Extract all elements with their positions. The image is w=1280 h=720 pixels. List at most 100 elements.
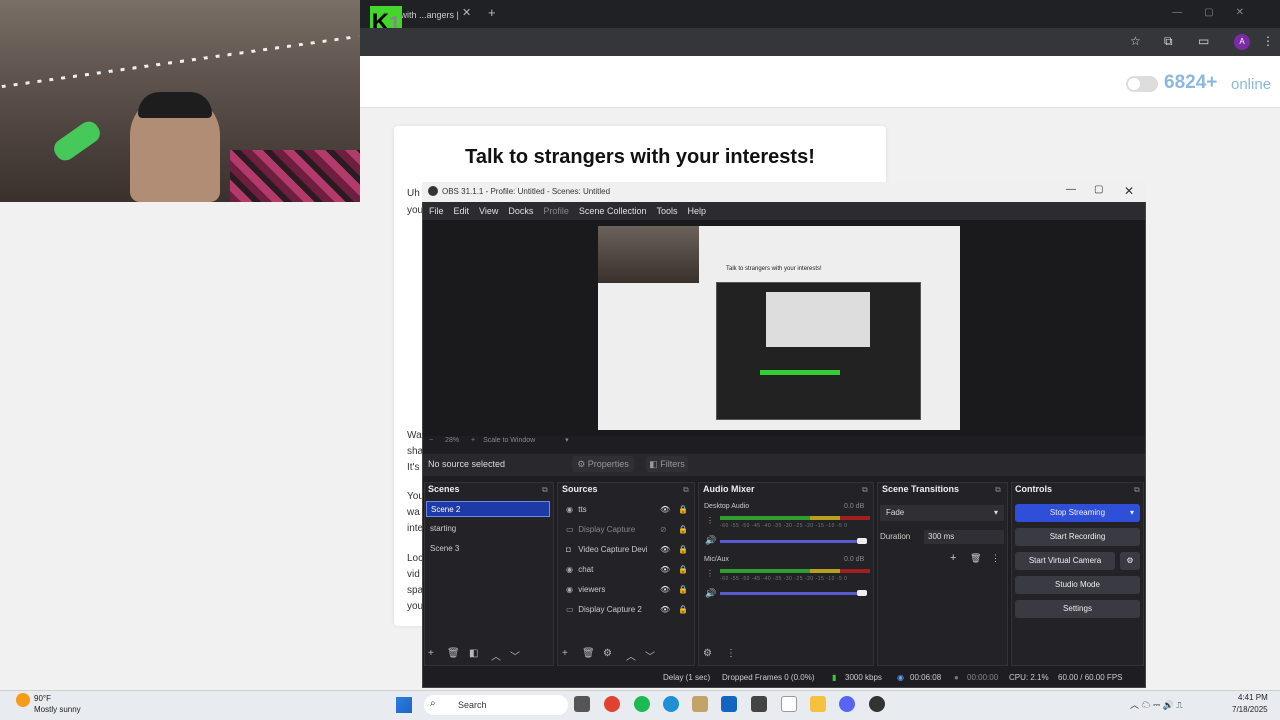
lock-icon[interactable]: 🔒: [678, 501, 688, 519]
app-icon[interactable]: [751, 696, 767, 712]
maximize-icon[interactable]: ▢: [1094, 184, 1103, 195]
start-virtual-camera-button[interactable]: Start Virtual Camera: [1015, 552, 1115, 570]
move-down-icon[interactable]: ﹀: [510, 648, 520, 663]
calculator-icon[interactable]: [721, 696, 737, 712]
transition-select[interactable]: Fade ▾: [880, 505, 1004, 521]
chrome-icon[interactable]: [604, 696, 620, 712]
trash-icon[interactable]: 🗑: [970, 553, 981, 564]
chevron-down-icon[interactable]: ▾: [565, 437, 569, 444]
task-view-icon[interactable]: [574, 696, 590, 712]
filters-button[interactable]: ◧ Filters: [646, 456, 688, 472]
zoom-in-icon[interactable]: +: [471, 437, 475, 444]
sidebar-icon[interactable]: ▭: [1198, 34, 1209, 48]
source-item[interactable]: ▭ Display Capture 2 👁 🔒: [562, 601, 692, 619]
menu-tools[interactable]: Tools: [656, 206, 677, 216]
source-item[interactable]: ◉ chat 👁 🔒: [562, 561, 692, 579]
source-item[interactable]: ◉ tts 👁 🔒: [562, 501, 692, 519]
settings-button[interactable]: Settings: [1015, 600, 1140, 618]
kebab-menu-icon[interactable]: ⋮: [726, 648, 736, 659]
properties-button[interactable]: ⚙ Properties: [572, 456, 634, 472]
clock-time[interactable]: 4:41 PM: [1238, 693, 1268, 702]
add-scene-icon[interactable]: +: [428, 648, 434, 659]
duration-input[interactable]: 300 ms: [924, 530, 1004, 544]
discord-icon[interactable]: [839, 696, 855, 712]
file-explorer-icon[interactable]: [810, 696, 826, 712]
obs-icon[interactable]: [869, 696, 885, 712]
browser-menu-icon[interactable]: ⋮: [1262, 34, 1274, 48]
profile-avatar[interactable]: A: [1234, 34, 1250, 50]
dock-options-icon[interactable]: ⧉: [683, 485, 689, 495]
browser-window-controls[interactable]: —▢✕: [1172, 7, 1266, 18]
kebab-menu-icon[interactable]: ⋮: [706, 569, 714, 578]
source-item[interactable]: ◉ viewers 👁 🔒: [562, 581, 692, 599]
volume-slider-handle[interactable]: [857, 590, 867, 596]
lock-icon[interactable]: 🔒: [678, 541, 688, 559]
scene-filter-icon[interactable]: ◧: [469, 648, 478, 659]
speaker-icon[interactable]: 🔊: [705, 588, 716, 599]
bookmark-star-icon[interactable]: ☆: [1130, 34, 1141, 48]
menu-profile[interactable]: Profile: [543, 206, 569, 216]
dock-options-icon[interactable]: ⧉: [995, 485, 1001, 495]
taskbar-search[interactable]: Search: [424, 695, 568, 715]
speaker-icon[interactable]: 🔊: [705, 535, 716, 546]
minimize-icon[interactable]: —: [1066, 184, 1076, 195]
dock-options-icon[interactable]: ⧉: [542, 485, 548, 495]
lock-icon[interactable]: 🔒: [678, 601, 688, 619]
remove-scene-icon[interactable]: 🗑: [447, 648, 460, 659]
lock-icon[interactable]: 🔒: [678, 521, 688, 539]
stop-streaming-button[interactable]: Stop Streaming ▾: [1015, 504, 1140, 522]
spotify-icon[interactable]: [634, 696, 650, 712]
extensions-icon[interactable]: ⧉: [1164, 34, 1173, 49]
source-item[interactable]: ◘ Video Capture Devi 👁 🔒: [562, 541, 692, 559]
close-icon[interactable]: ✕: [1124, 184, 1134, 198]
new-tab-icon[interactable]: +: [488, 5, 496, 20]
scale-mode[interactable]: Scale to Window: [483, 437, 535, 444]
visibility-eye-icon[interactable]: 👁: [660, 561, 670, 579]
menu-help[interactable]: Help: [687, 206, 706, 216]
clock-date[interactable]: 7/18/2025: [1232, 705, 1268, 714]
notepad-icon[interactable]: [781, 696, 797, 712]
menu-docks[interactable]: Docks: [508, 206, 533, 216]
zoom-out-icon[interactable]: −: [429, 437, 433, 444]
kebab-menu-icon[interactable]: ⋮: [991, 553, 1000, 564]
weather-temp[interactable]: 90°F: [34, 694, 51, 703]
add-source-icon[interactable]: +: [562, 648, 568, 659]
add-icon[interactable]: +: [950, 552, 956, 564]
menu-scene-collection[interactable]: Scene Collection: [579, 206, 647, 216]
tab-close-icon[interactable]: ✕: [462, 6, 471, 19]
remove-source-icon[interactable]: 🗑: [582, 648, 595, 659]
theme-toggle[interactable]: [1126, 76, 1158, 92]
move-up-icon[interactable]: ︿: [626, 648, 636, 663]
system-tray-icons[interactable]: ︿ ☁ ⎓ 🔊 ⎍: [1130, 698, 1183, 711]
weather-desc[interactable]: Mostly sunny: [34, 705, 81, 714]
volume-slider-handle[interactable]: [857, 538, 867, 544]
dock-options-icon[interactable]: ⧉: [862, 485, 868, 495]
scene-item[interactable]: Scene 3: [426, 541, 550, 557]
virtual-camera-gear-icon[interactable]: ⚙: [1120, 552, 1140, 570]
visibility-eye-icon[interactable]: 👁: [660, 501, 670, 519]
start-recording-button[interactable]: Start Recording: [1015, 528, 1140, 546]
menu-view[interactable]: View: [479, 206, 498, 216]
start-button[interactable]: [396, 697, 412, 713]
source-gear-icon[interactable]: ⚙: [603, 648, 612, 659]
move-up-icon[interactable]: ︿: [491, 648, 501, 663]
mixer-settings-icon[interactable]: ⚙: [703, 648, 712, 659]
source-item[interactable]: ▭ Display Capture ⊘ 🔒: [562, 521, 692, 539]
edge-icon[interactable]: [663, 696, 679, 712]
menu-file[interactable]: File: [429, 206, 444, 216]
chevron-down-icon[interactable]: ▾: [1130, 504, 1134, 522]
dock-options-icon[interactable]: ⧉: [1134, 485, 1140, 495]
lock-icon[interactable]: 🔒: [678, 561, 688, 579]
volume-slider[interactable]: [720, 592, 866, 595]
visibility-eye-icon[interactable]: 👁: [660, 581, 670, 599]
kebab-menu-icon[interactable]: ⋮: [706, 516, 714, 525]
weather-sun-icon[interactable]: [16, 693, 30, 707]
scene-item[interactable]: Scene 2: [426, 501, 550, 517]
scene-item[interactable]: starting: [426, 521, 550, 537]
studio-mode-button[interactable]: Studio Mode: [1015, 576, 1140, 594]
visibility-eye-icon[interactable]: 👁: [660, 541, 670, 559]
visibility-eye-icon[interactable]: 👁: [660, 601, 670, 619]
lock-icon[interactable]: 🔒: [678, 581, 688, 599]
menu-edit[interactable]: Edit: [454, 206, 470, 216]
app-icon[interactable]: [692, 696, 708, 712]
